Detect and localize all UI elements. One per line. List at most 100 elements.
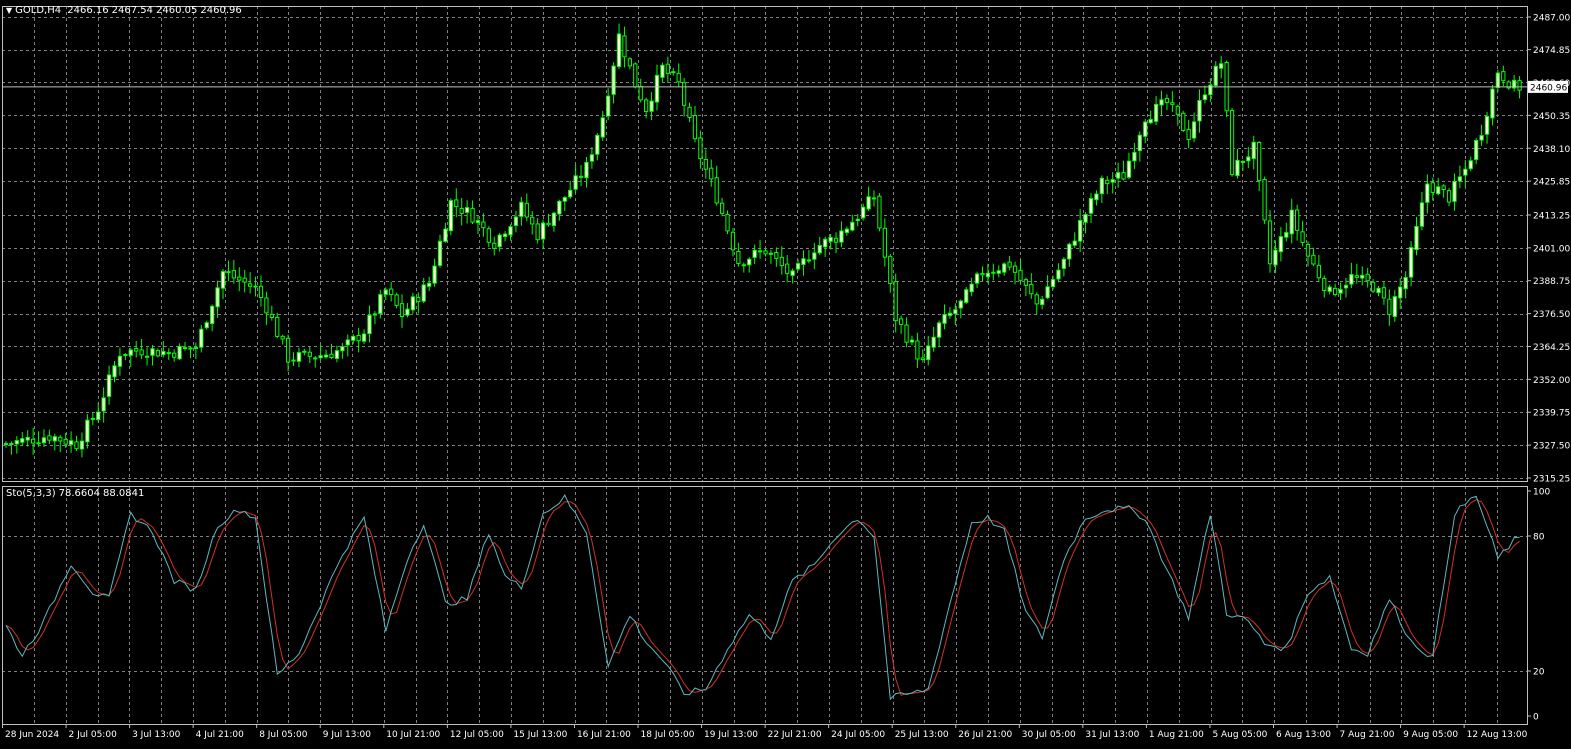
candle-body	[307, 351, 312, 357]
candle-body	[351, 335, 356, 341]
candle-body	[1484, 115, 1490, 135]
candle-body	[1083, 214, 1088, 223]
price-tick-label: 2474.85	[1533, 46, 1570, 56]
candle-body	[177, 345, 182, 360]
candle-body	[573, 175, 578, 190]
candle-body	[139, 349, 144, 356]
candle-body	[817, 245, 822, 254]
candle-body	[459, 207, 464, 214]
indicator-tick-label: 0	[1533, 713, 1539, 723]
candle-body	[1240, 161, 1246, 164]
candle-body	[649, 100, 654, 112]
candle-body	[622, 35, 627, 58]
indicator-header: Sto(5,3,3) 78.6604 88.0841	[6, 488, 147, 500]
candle-body	[763, 250, 768, 255]
price-tick-label: 2450.35	[1533, 112, 1570, 122]
candle-body	[193, 347, 199, 350]
candle-body	[1392, 296, 1397, 318]
candle-body	[1463, 168, 1468, 176]
candle-body	[242, 277, 247, 283]
candle-body	[405, 308, 410, 316]
candle-body	[112, 365, 117, 378]
candle-body	[530, 216, 535, 225]
collapse-triangle-icon[interactable]: ▼	[6, 6, 12, 15]
candle-body	[25, 436, 30, 441]
time-tick-label: 31 Jul 13:00	[1085, 730, 1139, 740]
candle-body	[1408, 247, 1414, 278]
candle-body	[644, 99, 649, 113]
candle-body	[63, 438, 68, 445]
candle-body	[134, 348, 139, 352]
chart-header: ▼ GOLD,H4 2466.16 2467.54 2460.05 2460.96	[6, 5, 245, 17]
candle-body	[210, 305, 215, 325]
candle-body	[725, 213, 730, 232]
time-tick-label: 3 Jul 13:00	[132, 730, 181, 740]
candle-body	[1365, 273, 1370, 282]
candle-body	[1343, 284, 1349, 289]
candle-body	[389, 288, 394, 295]
candle-body	[1002, 263, 1007, 273]
candle-body	[996, 270, 1001, 274]
candle-body	[714, 177, 719, 204]
candle-body	[1446, 190, 1452, 203]
candle-body	[513, 216, 519, 226]
candle-body	[237, 276, 242, 281]
candle-body	[1457, 176, 1463, 182]
candle-body	[20, 438, 25, 443]
candle-body	[1235, 159, 1240, 177]
candle-body	[340, 346, 345, 352]
time-tick-label: 18 Jul 05:00	[641, 730, 695, 740]
candle-body	[367, 314, 372, 335]
price-axis[interactable]: 2487.002474.852462.602450.352438.102425.…	[1527, 14, 1570, 485]
candle-body	[264, 297, 269, 314]
candle-body	[1295, 209, 1300, 231]
candle-body	[1078, 220, 1083, 242]
candle-body	[378, 294, 383, 314]
candle-body	[1164, 97, 1170, 103]
candle-body	[600, 117, 605, 138]
candle-body	[589, 154, 595, 162]
candle-body	[296, 352, 302, 362]
candle-body	[437, 240, 443, 266]
candle-body	[741, 264, 746, 267]
candle-body	[1034, 294, 1039, 305]
candle-body	[1023, 279, 1029, 286]
candle-body	[1360, 274, 1365, 279]
candle-body	[361, 333, 367, 342]
candle-body	[1273, 249, 1278, 266]
candle-body	[1153, 103, 1159, 122]
candle-body	[291, 359, 296, 362]
candle-body	[1262, 179, 1267, 221]
candle-body	[1370, 281, 1376, 292]
time-tick-label: 9 Aug 05:00	[1403, 730, 1458, 740]
candle-body	[427, 282, 432, 287]
candle-body	[660, 64, 665, 78]
candle-body	[823, 238, 828, 248]
time-tick-label: 5 Aug 05:00	[1212, 730, 1267, 740]
candle-body	[1121, 172, 1126, 180]
candle-body	[1012, 265, 1018, 273]
indicator-tick-label: 20	[1533, 668, 1545, 678]
candle-body	[806, 259, 812, 262]
candle-body	[106, 374, 112, 397]
candle-body	[1349, 274, 1354, 285]
trading-chart[interactable]: 2487.002474.852462.602450.352438.102425.…	[0, 0, 1571, 749]
candle-body	[41, 437, 47, 444]
candle-body	[774, 252, 779, 259]
candle-body	[432, 265, 437, 284]
candle-body	[68, 440, 74, 445]
candle-body	[182, 347, 188, 350]
current-price-label: 2460.96	[1530, 83, 1567, 93]
candle-body	[1316, 264, 1321, 279]
candle-body	[231, 270, 236, 279]
candle-body	[508, 226, 513, 236]
price-tick-label: 2388.75	[1533, 277, 1570, 287]
time-tick-label: 24 Jul 05:00	[831, 730, 885, 740]
candle-body	[779, 256, 784, 267]
close-value: 2460.96	[200, 5, 242, 16]
candle-body	[790, 270, 795, 276]
candle-body	[1186, 128, 1191, 141]
candle-body	[785, 263, 790, 274]
candle-body	[443, 228, 448, 242]
candle-body	[1110, 179, 1115, 183]
